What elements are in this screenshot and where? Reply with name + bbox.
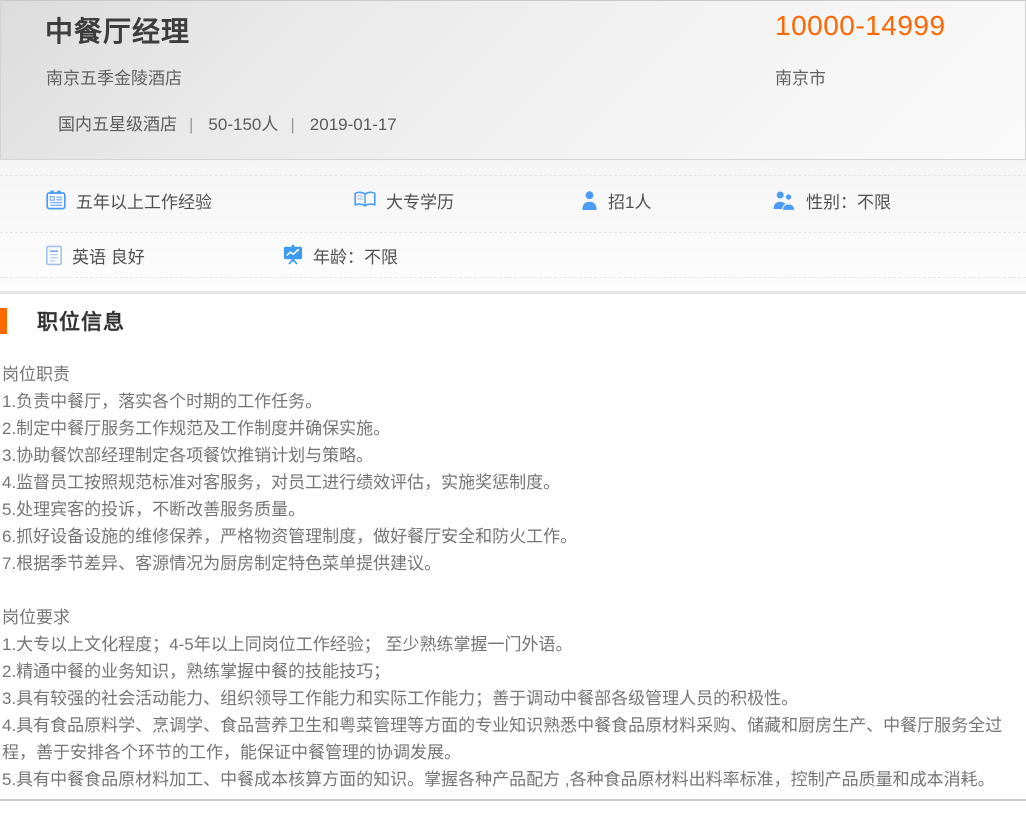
headcount-icon [580,190,599,211]
age-icon [282,244,304,266]
dashed-divider [0,232,1026,233]
desc-line: 2.制定中餐厅服务工作规范及工作制度并确保实施。 [2,415,1026,442]
job-city: 南京市 [775,64,826,89]
requirement-headcount: 招1人 [580,188,651,212]
requirement-education: 大专学历 [353,188,454,212]
desc-line: 3.协助餐饮部经理制定各项餐饮推销计划与策略。 [2,442,1026,469]
company-name: 南京五季金陵酒店 [46,64,182,89]
requirement-label: 性别：不限 [806,188,891,213]
desc-heading-duties: 岗位职责 [2,361,1026,388]
gender-icon [772,190,797,211]
language-icon [45,245,63,266]
requirement-label: 大专学历 [386,188,454,213]
requirement-label: 招1人 [608,188,651,213]
requirement-gender: 性别：不限 [772,188,891,212]
requirement-experience: 五年以上工作经验 [45,188,212,212]
desc-heading-requirements: 岗位要求 [2,604,1026,631]
desc-line: 5.处理宾客的投诉，不断改善服务质量。 [2,496,1026,523]
tag-separator: | [290,115,294,134]
desc-line: 1.大专以上文化程度；4-5年以上同岗位工作经验； 至少熟练掌握一门外语。 [2,631,1026,658]
job-requirements-bar: 五年以上工作经验 大专学历 招1人 [0,160,1026,291]
education-icon [353,190,377,210]
section-divider [0,291,1026,294]
desc-line: 2.精通中餐的业务知识，熟练掌握中餐的技能技巧； [2,658,1026,685]
job-header: 中餐厅经理 10000-14999 南京五季金陵酒店 南京市 国内五星级酒店 | 5… [0,0,1026,160]
section-heading: 职位信息 [0,307,1026,335]
requirement-language: 英语 良好 [45,243,145,267]
tag-separator: | [189,115,193,134]
desc-line: 5.具有中餐食品原材料加工、中餐成本核算方面的知识。掌握各种产品配方 ,各种食品… [2,766,1026,793]
dashed-divider [0,175,1026,176]
salary-range: 10000-14999 [775,10,946,42]
company-size-tag: 50-150人 [208,115,278,134]
job-title: 中餐厅经理 [45,10,190,50]
requirement-label: 英语 良好 [72,243,145,268]
section-title: 职位信息 [37,306,125,336]
desc-line: 1.负责中餐厅，落实各个时期的工作任务。 [2,388,1026,415]
desc-line: 4.监督员工按照规范标准对客服务，对员工进行绩效评估，实施奖惩制度。 [2,469,1026,496]
dashed-divider [0,277,1026,278]
desc-line: 4.具有食品原料学、烹调学、食品营养卫生和粤菜管理等方面的专业知识熟悉中餐食品原… [2,712,1026,766]
section-accent-bar [0,308,7,334]
company-type-tag: 国内五星级酒店 [58,115,177,134]
desc-line: 7.根据季节差异、客源情况为厨房制定特色菜单提供建议。 [2,550,1026,577]
requirement-label: 五年以上工作经验 [76,188,212,213]
requirement-label: 年龄：不限 [313,243,398,268]
desc-line: 3.具有较强的社会活动能力、组织领导工作能力和实际工作能力；善于调动中餐部各级管… [2,685,1026,712]
requirement-age: 年龄：不限 [282,243,398,267]
desc-line: 6.抓好设备设施的维修保养，严格物资管理制度，做好餐厅安全和防火工作。 [2,523,1026,550]
desc-blank-line [2,577,1026,604]
company-tags: 国内五星级酒店 | 50-150人 | 2019-01-17 [58,110,397,135]
experience-icon [45,189,67,211]
post-date: 2019-01-17 [310,115,397,134]
job-description: 岗位职责 1.负责中餐厅，落实各个时期的工作任务。 2.制定中餐厅服务工作规范及… [0,361,1026,793]
bottom-divider [0,799,1026,801]
